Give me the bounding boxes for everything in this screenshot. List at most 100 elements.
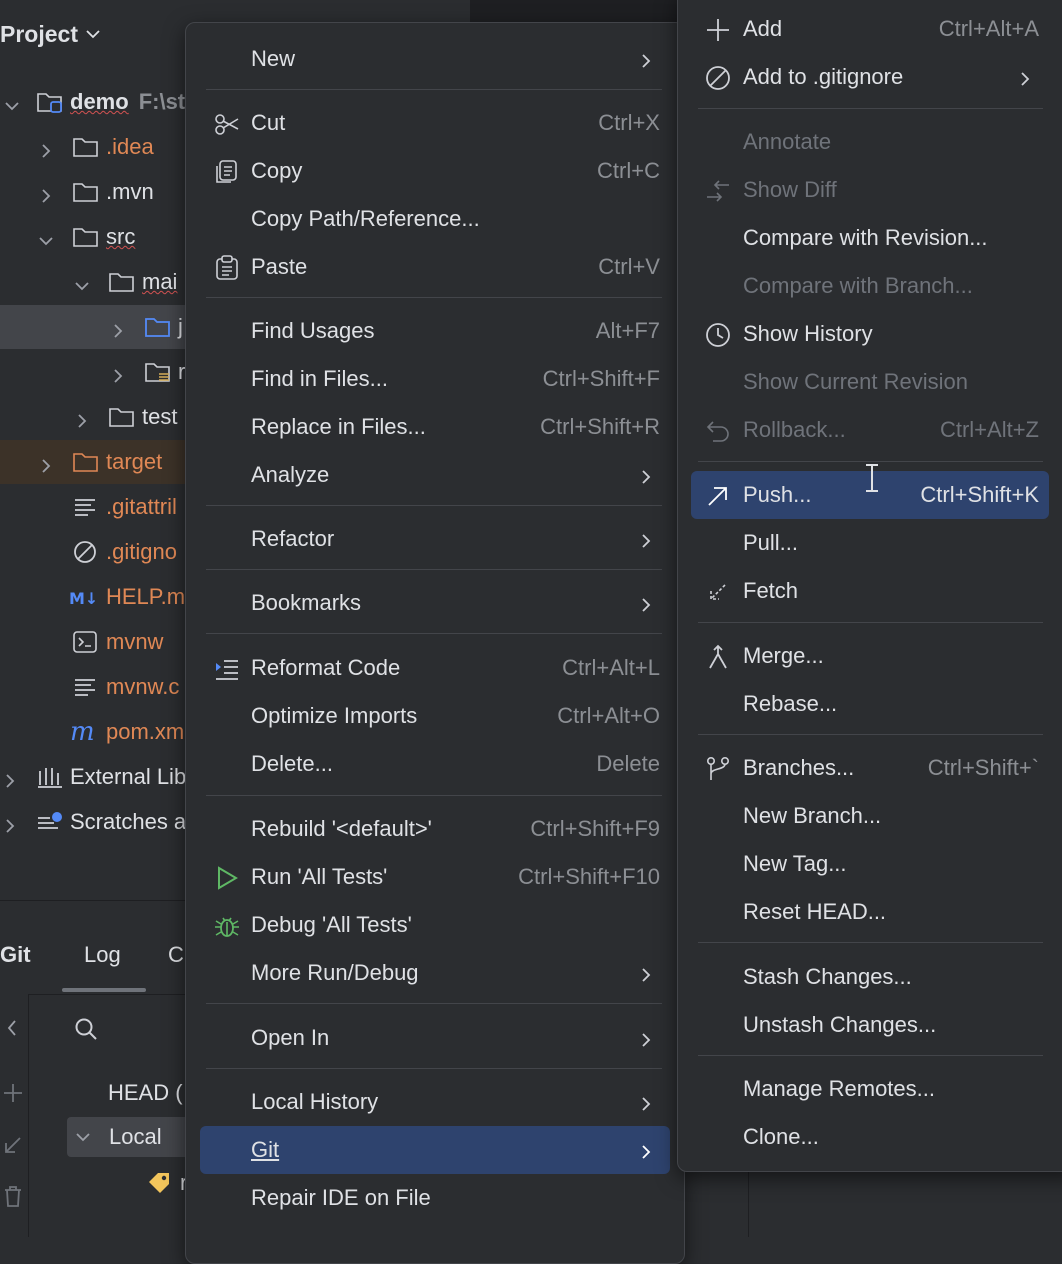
menu-item-label: Copy [251,158,303,183]
menu-item-label: Show Diff [743,177,837,202]
menu-item-paste[interactable]: Paste Ctrl+V [200,243,670,291]
branch-row[interactable]: r [146,1163,187,1203]
branch-search[interactable] [28,994,188,1053]
menu-item-fetch[interactable]: Fetch [691,567,1049,615]
tree-label: test [142,404,178,429]
menu-item-replace-in-files[interactable]: Replace in Files... Ctrl+Shift+R [200,403,670,451]
tree-row-java[interactable]: j [0,305,200,349]
project-title: Project [0,20,78,47]
menu-separator [698,461,1043,462]
menu-item-rollback[interactable]: Rollback... Ctrl+Alt+Z [691,406,1049,454]
chevron-down-icon[interactable] [38,229,54,246]
chevron-right-icon[interactable] [110,364,126,383]
chevron-right-icon[interactable] [2,814,18,833]
menu-item-label: Delete... [251,751,333,776]
scratches-icon [36,810,62,834]
menu-item-show-history[interactable]: Show History [691,310,1049,358]
ignore-icon [705,65,731,91]
menu-item-pull[interactable]: Pull... [691,519,1049,567]
menu-item-label: New Tag... [743,851,847,876]
menu-item-debug-all-tests[interactable]: Debug 'All Tests' [200,901,670,949]
shell-script-icon [72,630,98,654]
menu-item-reformat-code[interactable]: Reformat Code Ctrl+Alt+L [200,644,670,692]
menu-item-analyze[interactable]: Analyze [200,451,670,499]
chevron-right-icon[interactable] [38,139,54,158]
fetch-icon[interactable] [2,1134,24,1156]
menu-item-label: Rebuild '<default>' [251,816,432,841]
tab-git[interactable]: Git [0,942,31,968]
menu-item-open-in[interactable]: Open In [200,1014,670,1062]
menu-item-annotate[interactable]: Annotate [691,118,1049,166]
menu-item-label: Refactor [251,526,335,551]
menu-item-optimize-imports[interactable]: Optimize Imports Ctrl+Alt+O [200,692,670,740]
menu-item-reset-head[interactable]: Reset HEAD... [691,888,1049,936]
menu-item-new[interactable]: New [200,35,670,83]
chevron-down-icon [86,29,100,39]
menu-item-cut[interactable]: Cut Ctrl+X [200,99,670,147]
submenu-arrow-icon [640,466,652,484]
tree-row-target[interactable]: target [0,440,200,484]
trash-icon[interactable] [2,1184,24,1208]
menu-item-compare-revision[interactable]: Compare with Revision... [691,214,1049,262]
tree-label: .mvn [106,179,154,204]
menu-separator [206,505,662,506]
project-view-selector[interactable]: Project [0,14,100,54]
tree-label: j [178,314,183,339]
menu-item-repair-ide[interactable]: Repair IDE on File [200,1174,670,1222]
menu-item-new-tag[interactable]: New Tag... [691,840,1049,888]
menu-item-label: New Branch... [743,803,882,828]
chevron-right-icon[interactable] [38,454,54,473]
menu-item-shortcut: Ctrl+Shift+F9 [530,816,660,841]
menu-item-find-in-files[interactable]: Find in Files... Ctrl+Shift+F [200,355,670,403]
menu-item-new-branch[interactable]: New Branch... [691,792,1049,840]
menu-item-find-usages[interactable]: Find Usages Alt+F7 [200,307,670,355]
menu-item-branches[interactable]: Branches... Ctrl+Shift+` [691,744,1049,792]
menu-item-rebuild[interactable]: Rebuild '<default>' Ctrl+Shift+F9 [200,805,670,853]
menu-item-copy-path[interactable]: Copy Path/Reference... [200,195,670,243]
menu-item-show-current-revision[interactable]: Show Current Revision [691,358,1049,406]
chevron-down-icon[interactable] [74,274,90,291]
menu-item-shortcut: Delete [596,751,660,776]
chevron-right-icon[interactable] [38,184,54,203]
menu-item-more-run-debug[interactable]: More Run/Debug [200,949,670,997]
menu-item-copy[interactable]: Copy Ctrl+C [200,147,670,195]
menu-item-clone[interactable]: Clone... [691,1113,1049,1161]
tree-label: .gitigno [106,539,177,564]
menu-item-bookmarks[interactable]: Bookmarks [200,579,670,627]
menu-item-git[interactable]: Git [200,1126,670,1174]
branch-group-local[interactable]: Local [67,1117,197,1157]
run-icon [214,865,240,891]
menu-item-local-history[interactable]: Local History [200,1078,670,1126]
chevron-left-icon[interactable] [4,1018,20,1038]
chevron-right-icon[interactable] [74,409,90,428]
menu-item-label: Push... [743,482,812,507]
excluded-folder-icon [72,450,98,474]
menu-item-add-to-gitignore[interactable]: Add to .gitignore [691,53,1049,101]
chevron-right-icon[interactable] [110,319,126,338]
menu-item-label: Analyze [251,462,330,487]
branch-head[interactable]: HEAD ( [108,1073,183,1113]
search-icon[interactable] [74,1017,98,1041]
menu-item-refactor[interactable]: Refactor [200,515,670,563]
menu-item-run-all-tests[interactable]: Run 'All Tests' Ctrl+Shift+F10 [200,853,670,901]
menu-item-unstash[interactable]: Unstash Changes... [691,1001,1049,1049]
menu-separator [206,795,662,796]
menu-item-add[interactable]: Add Ctrl+Alt+A [691,5,1049,53]
chevron-right-icon[interactable] [2,769,18,788]
chevron-down-icon[interactable] [4,94,20,111]
tab-log[interactable]: Log [84,942,121,968]
menu-separator [206,1068,662,1069]
menu-item-manage-remotes[interactable]: Manage Remotes... [691,1065,1049,1113]
plus-icon[interactable] [2,1082,24,1104]
menu-item-label: Pull... [743,530,799,555]
menu-item-delete[interactable]: Delete... Delete [200,740,670,788]
menu-item-compare-branch[interactable]: Compare with Branch... [691,262,1049,310]
chevron-down-icon[interactable] [75,1129,91,1145]
menu-item-stash[interactable]: Stash Changes... [691,953,1049,1001]
menu-item-merge[interactable]: Merge... [691,632,1049,680]
tab-console[interactable]: C [168,942,184,968]
menu-separator [698,108,1043,109]
resources-folder-icon [144,360,170,384]
menu-item-show-diff[interactable]: Show Diff [691,166,1049,214]
menu-item-rebase[interactable]: Rebase... [691,680,1049,728]
